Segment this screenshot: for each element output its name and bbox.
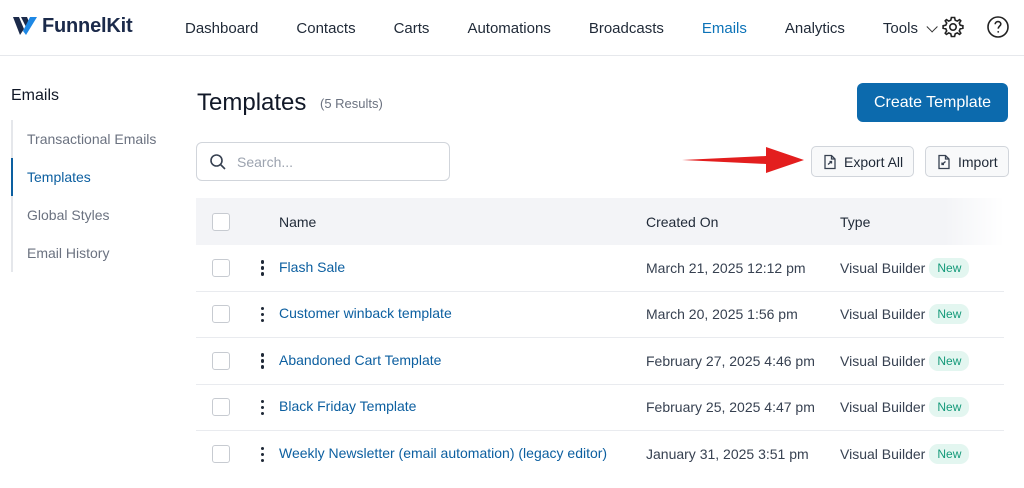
search-input[interactable] [237,153,427,170]
gear-icon [942,16,964,38]
column-header-name[interactable]: Name [279,214,646,230]
row-checkbox[interactable] [212,351,230,370]
logo-text: FunnelKit [42,14,133,37]
new-badge: New [929,350,970,371]
red-arrow-annotation [682,147,804,173]
nav-item-tools[interactable]: Tools [882,19,938,37]
select-all-checkbox[interactable] [212,212,230,231]
table-row: Weekly Newsletter (email automation) (le… [196,431,1004,478]
nav-item-tools-label: Tools [882,19,918,37]
templates-table: Name Created On Type Flash Sale March 21… [196,198,1004,478]
row-actions-kebab-icon[interactable] [260,260,265,276]
nav-item-dashboard[interactable]: Dashboard [185,20,258,37]
template-name-link[interactable]: Weekly Newsletter (email automation) (le… [279,445,607,461]
new-badge: New [929,444,970,465]
export-all-label: Export All [844,153,904,170]
nav-item-carts[interactable]: Carts [394,20,430,37]
row-checkbox[interactable] [212,398,230,417]
export-all-button[interactable]: Export All [811,146,915,177]
main-nav: Dashboard Contacts Carts Automations Bro… [185,0,972,56]
created-on-date: February 25, 2025 4:47 pm [646,399,815,416]
template-name-link[interactable]: Flash Sale [279,259,345,275]
table-row: Black Friday Template February 25, 2025 … [196,385,1004,431]
table-row: Flash Sale March 21, 2025 12:12 pm Visua… [196,245,1004,292]
template-type: Visual Builder [840,352,926,369]
settings-button[interactable] [940,14,966,40]
template-type: Visual Builder [840,306,926,323]
template-name-link[interactable]: Customer winback template [279,305,452,321]
help-button[interactable] [985,14,1011,40]
row-actions-kebab-icon[interactable] [260,306,265,322]
import-label: Import [958,153,998,170]
row-actions-kebab-icon[interactable] [260,446,265,462]
nav-item-emails[interactable]: Emails [702,20,747,37]
table-row: Customer winback template March 20, 2025… [196,292,1004,338]
sidebar-item-email-history[interactable]: Email History [11,234,171,272]
funnelkit-logo-icon [13,17,37,35]
row-checkbox[interactable] [212,445,230,464]
nav-item-analytics[interactable]: Analytics [785,20,845,37]
top-navigation-bar: FunnelKit Dashboard Contacts Carts Autom… [0,0,1024,56]
column-header-created-on[interactable]: Created On [646,214,840,230]
nav-item-contacts[interactable]: Contacts [296,20,355,37]
search-box[interactable] [196,142,450,181]
import-file-icon [938,154,950,169]
row-actions-kebab-icon[interactable] [260,399,265,415]
new-badge: New [929,257,970,278]
template-name-link[interactable]: Black Friday Template [279,398,416,414]
search-icon [210,153,226,170]
sidebar-item-templates[interactable]: Templates [11,158,171,196]
funnelkit-logo[interactable]: FunnelKit [12,13,133,39]
chevron-down-icon [926,20,938,33]
sidebar-title: Emails [11,87,60,104]
table-header: Name Created On Type [196,198,1004,245]
create-template-button[interactable]: Create Template [857,83,1008,122]
template-type: Visual Builder [840,399,926,416]
template-type: Visual Builder [840,446,926,463]
page-title: Templates [197,89,307,116]
export-file-icon [824,154,836,169]
row-checkbox[interactable] [212,305,230,324]
sidebar-item-transactional-emails[interactable]: Transactional Emails [11,120,171,158]
sidebar-menu: Transactional Emails Templates Global St… [11,120,171,272]
nav-item-automations[interactable]: Automations [467,20,550,37]
created-on-date: March 21, 2025 12:12 pm [646,259,806,276]
new-badge: New [929,397,970,418]
row-checkbox[interactable] [212,258,230,277]
sidebar-item-global-styles[interactable]: Global Styles [11,196,171,234]
results-count: (5 Results) [320,96,383,111]
created-on-date: March 20, 2025 1:56 pm [646,306,798,323]
nav-item-broadcasts[interactable]: Broadcasts [589,20,664,37]
created-on-date: February 27, 2025 4:46 pm [646,352,815,369]
row-actions-kebab-icon[interactable] [260,353,265,369]
template-name-link[interactable]: Abandoned Cart Template [279,352,441,368]
new-badge: New [929,304,970,325]
template-type: Visual Builder [840,259,926,276]
help-icon [987,16,1009,38]
import-button[interactable]: Import [925,146,1009,177]
table-row: Abandoned Cart Template February 27, 202… [196,338,1004,385]
created-on-date: January 31, 2025 3:51 pm [646,446,809,463]
